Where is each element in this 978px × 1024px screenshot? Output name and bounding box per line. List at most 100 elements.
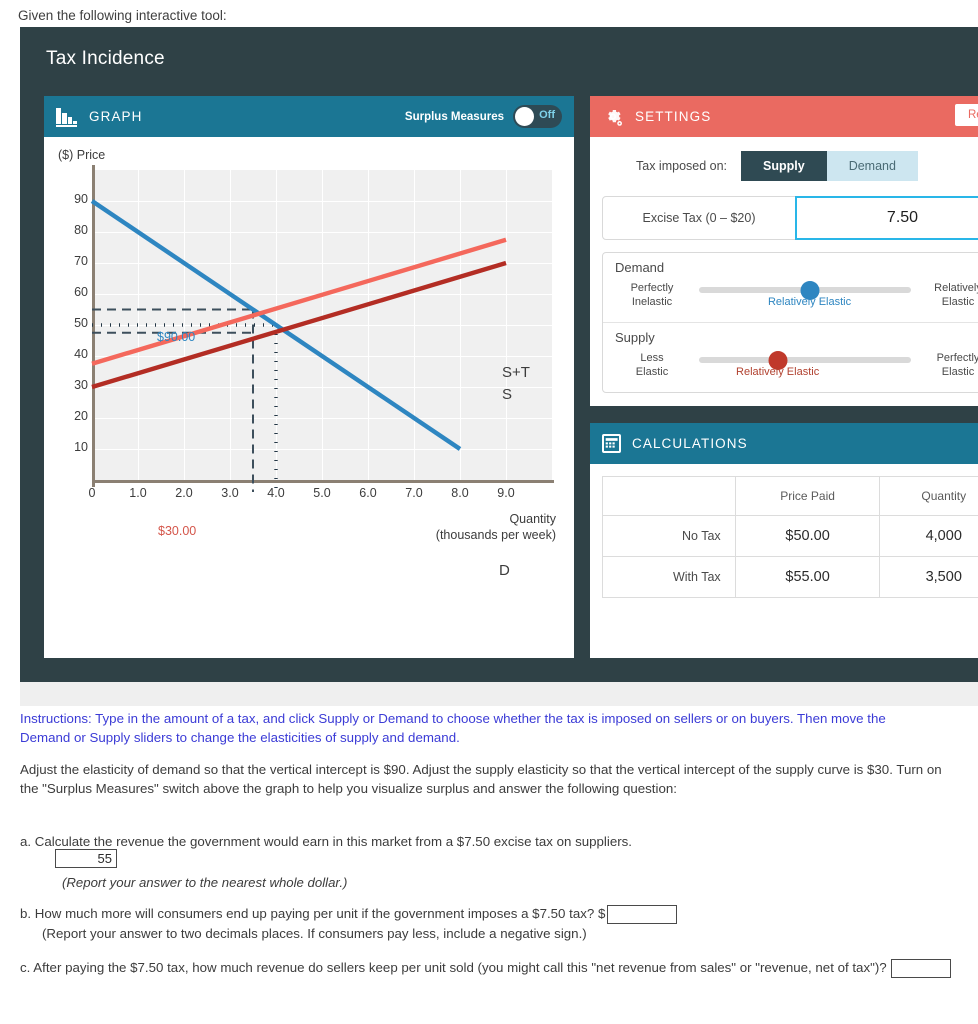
page-root: Given the following interactive tool: Ta…: [0, 0, 978, 1024]
x-tick-label: 7.0: [405, 486, 423, 500]
tax-target-supply-button[interactable]: Supply: [741, 151, 827, 181]
chart-lines: [90, 199, 507, 492]
table-row: With Tax $55.00 3,500: [602, 556, 978, 598]
x-axis-title-line1: Quantity: [509, 512, 556, 526]
switch-knob[interactable]: [515, 107, 534, 126]
x-axis-ticks: 0 1.0 2.0 3.0 4.0 5.0 6.0 7.0 8.0 9.0: [88, 486, 554, 508]
calculations-panel: CALCULATIONS Price Paid Quantity No Tax …: [590, 423, 978, 658]
supply-slider-track[interactable]: [699, 357, 911, 363]
x-tick-label: 9.0: [497, 486, 515, 500]
y-tick-label: 30: [74, 378, 88, 392]
x-axis-title-line2: (thousands per week): [435, 528, 556, 542]
row-label-no-tax: No Tax: [602, 515, 736, 557]
with-tax-quantity: 3,500: [879, 556, 978, 598]
excise-tax-row: Excise Tax (0 – $20): [602, 196, 978, 240]
y-tick-label: 50: [74, 316, 88, 330]
surplus-measures-label: Surplus Measures: [404, 110, 504, 123]
curve-s-plus-t: [91, 237, 507, 366]
x-tick-label: 1.0: [129, 486, 147, 500]
graph-panel: GRAPH Surplus Measures Off ($) Price 90 …: [44, 96, 574, 658]
calculations-panel-header: CALCULATIONS: [590, 423, 978, 464]
y-tick-label: 80: [74, 223, 88, 237]
settings-body: Tax imposed on: Supply Demand Excise Tax…: [590, 137, 978, 406]
y-tick-label: 20: [74, 409, 88, 423]
reset-button[interactable]: Reset: [954, 104, 978, 126]
with-tax-price-paid: $55.00: [734, 556, 881, 598]
note-b: (Report your answer to two decimals plac…: [42, 925, 587, 941]
y-tick-label: 60: [74, 285, 88, 299]
x-tick-label: 2.0: [175, 486, 193, 500]
settings-panel-title: SETTINGS: [635, 109, 712, 124]
x-tick-label: 5.0: [313, 486, 331, 500]
excise-tax-label: Excise Tax (0 – $20): [642, 211, 756, 225]
question-b-dollar-sign: $: [597, 906, 606, 921]
x-tick-label: 3.0: [221, 486, 239, 500]
demand-slider[interactable]: Relatively Elastic: [691, 278, 919, 312]
supply-intercept-label: $30.00: [158, 524, 197, 538]
graph-body: ($) Price 90 80 70 60 50 40 30 20 10 0 1.0 2.0 3.0 4…: [44, 137, 574, 658]
bar-chart-icon: [56, 107, 78, 127]
no-tax-price-paid: $50.00: [734, 515, 881, 557]
panels-row: GRAPH Surplus Measures Off ($) Price 90 …: [44, 96, 978, 658]
calculations-body: Price Paid Quantity No Tax $50.00 4,000: [590, 464, 978, 598]
demand-elasticity-section: Demand Perfectly Inelastic Relatively Ela…: [603, 253, 978, 322]
question-c-text: c. After paying the $7.50 tax, how much …: [20, 960, 887, 975]
col-header-quantity: Quantity: [879, 476, 978, 516]
surplus-measures-toggle-group[interactable]: Surplus Measures Off: [405, 105, 562, 128]
no-tax-quantity: 4,000: [879, 515, 978, 557]
calculations-table: Price Paid Quantity No Tax $50.00 4,000: [602, 476, 978, 598]
curve-d: [90, 199, 462, 451]
gear-icon: [602, 106, 624, 128]
demand-slider-left-label: Perfectly Inelastic: [630, 282, 674, 308]
settings-panel: SETTINGS Reset Tax imposed on: Supply De…: [590, 96, 978, 406]
tax-incidence-chart: ($) Price 90 80 70 60 50 40 30 20 10 0 1.0 2.0 3.0 4…: [44, 137, 574, 658]
calculations-panel-title: CALCULATIONS: [632, 436, 748, 451]
question-a-text: a. Calculate the revenue the government …: [20, 834, 632, 849]
answer-a-input[interactable]: [55, 849, 117, 868]
row-label-with-tax: With Tax: [602, 556, 736, 598]
demand-slider-right-label: Relatively Elastic: [934, 282, 978, 308]
y-tick-label: 10: [74, 440, 88, 454]
y-axis-title: ($) Price: [58, 148, 106, 162]
excise-tax-input[interactable]: [795, 196, 978, 240]
table-row: No Tax $50.00 4,000: [602, 515, 978, 557]
answer-c-input[interactable]: [890, 958, 951, 978]
note-a: (Report your answer to the nearest whole…: [62, 875, 348, 890]
supply-section-title: Supply: [615, 330, 655, 345]
supply-slider-right-label: Perfectly Elastic: [936, 352, 978, 378]
demand-slider-row: Perfectly Inelastic Relatively Elastic Re…: [613, 278, 978, 312]
tax-target-segmented-control: Supply Demand: [741, 151, 918, 181]
x-axis-title: Quantity (thousands per week): [436, 511, 556, 543]
graph-panel-title: GRAPH: [89, 109, 143, 124]
y-axis-ticks: 90 80 70 60 50 40 30 20 10: [44, 170, 88, 480]
question-a: a. Calculate the revenue the government …: [20, 832, 960, 890]
settings-panel-header: SETTINGS Reset: [590, 96, 978, 137]
col-header-blank: [602, 476, 736, 516]
tax-target-demand-button[interactable]: Demand: [826, 151, 918, 181]
table-header-row: Price Paid Quantity: [602, 476, 978, 516]
tool-title: Tax Incidence: [46, 48, 165, 69]
demand-intercept-label: $90.00: [157, 330, 196, 344]
question-c: c. After paying the $7.50 tax, how much …: [20, 958, 960, 978]
question-b-text: b. How much more will consumers end up p…: [20, 906, 595, 921]
surplus-measures-switch[interactable]: Off: [513, 105, 562, 128]
x-axis-line: [92, 480, 554, 483]
interactive-tool-container: Tax Incidence GRAPH Surplus Measures Off: [20, 27, 978, 682]
x-tick-label: 8.0: [451, 486, 469, 500]
supply-elasticity-section: Supply Less Elastic Relatively Elastic Pe…: [603, 322, 978, 392]
supply-slider[interactable]: Relatively Elastic: [691, 348, 919, 382]
curve-s: [91, 260, 507, 390]
supply-slider-left-label: Less Elastic: [635, 352, 669, 378]
graph-panel-header: GRAPH Surplus Measures Off: [44, 96, 574, 137]
elasticity-sliders-box: Demand Perfectly Inelastic Relatively Ela…: [602, 252, 978, 393]
demand-slider-caption: Relatively Elastic: [767, 296, 852, 308]
demand-section-title: Demand: [615, 260, 665, 275]
tax-imposed-on-label: Tax imposed on:: [636, 159, 728, 173]
y-tick-label: 40: [74, 347, 88, 361]
supply-slider-row: Less Elastic Relatively Elastic Perfectly…: [613, 348, 978, 382]
y-tick-label: 70: [74, 254, 88, 268]
x-tick-label: 0: [88, 486, 96, 500]
curve-label-supply: S: [502, 386, 513, 403]
question-b: b. How much more will consumers end up p…: [20, 904, 960, 943]
answer-b-input[interactable]: [607, 904, 678, 924]
